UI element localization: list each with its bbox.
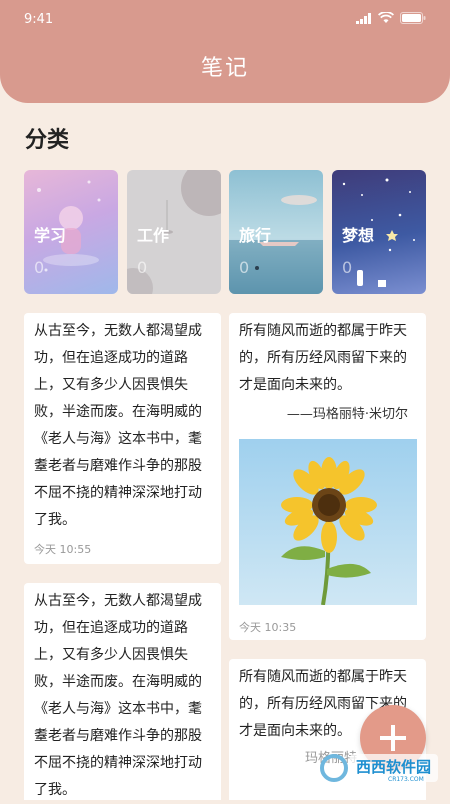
category-label: 旅行 bbox=[239, 226, 272, 245]
category-card-travel[interactable]: 旅行 0 bbox=[229, 170, 323, 294]
category-count: 0 bbox=[137, 258, 148, 277]
note-card[interactable]: 所有随风而逝的都属于昨天的，所有历经风雨留下来的才是面向未来的。 ——玛格丽特·… bbox=[229, 313, 426, 640]
battery-icon bbox=[400, 12, 426, 24]
status-time: 9:41 bbox=[24, 12, 54, 27]
status-bar: 9:41 bbox=[0, 0, 450, 40]
app-header: 9:41 笔记 bbox=[0, 0, 450, 103]
note-time: 今天 10:55 bbox=[34, 543, 92, 556]
category-label: 学习 bbox=[34, 226, 67, 245]
note-card[interactable]: 从古至今，无数人都渴望成功，但在追逐成功的道路上，又有多少人因畏惧失败，半途而废… bbox=[24, 313, 221, 564]
note-text: 从古至今，无数人都渴望成功，但在追逐成功的道路上，又有多少人因畏惧失败，半途而废… bbox=[34, 323, 202, 528]
category-section-title: 分类 bbox=[25, 128, 70, 153]
category-list: 学习 0 工作 0 旅行 0 梦想 0 bbox=[24, 170, 426, 294]
category-label: 工作 bbox=[137, 226, 170, 245]
site-watermark-logo: 西西软件园 CR173.COM bbox=[320, 754, 438, 783]
watermark-text: 西西软件园 bbox=[356, 758, 431, 776]
category-card-work[interactable]: 工作 0 bbox=[127, 170, 221, 294]
note-text: 从古至今，无数人都渴望成功，但在追逐成功的道路上，又有多少人因畏惧失败，半途而废… bbox=[34, 593, 202, 798]
note-text: 所有随风而逝的都属于昨天的，所有历经风雨留下来的才是面向未来的。 bbox=[239, 323, 407, 393]
category-card-study[interactable]: 学习 0 bbox=[24, 170, 118, 294]
note-card[interactable]: 从古至今，无数人都渴望成功，但在追逐成功的道路上，又有多少人因畏惧失败，半途而废… bbox=[24, 583, 221, 800]
category-count: 0 bbox=[239, 258, 250, 277]
sunflower-image bbox=[239, 439, 417, 605]
page-title: 笔记 bbox=[200, 56, 249, 81]
note-time: 今天 10:35 bbox=[239, 621, 297, 634]
category-count: 0 bbox=[34, 258, 45, 277]
category-label: 梦想 bbox=[342, 226, 375, 245]
category-count: 0 bbox=[342, 258, 353, 277]
watermark-site: CR173.COM bbox=[388, 776, 424, 783]
note-quote-author: ——玛格丽特·米切尔 bbox=[286, 407, 408, 422]
signal-icon bbox=[356, 12, 371, 24]
category-card-dream[interactable]: 梦想 0 bbox=[332, 170, 426, 294]
wifi-icon bbox=[378, 12, 394, 23]
status-icons bbox=[356, 12, 426, 24]
